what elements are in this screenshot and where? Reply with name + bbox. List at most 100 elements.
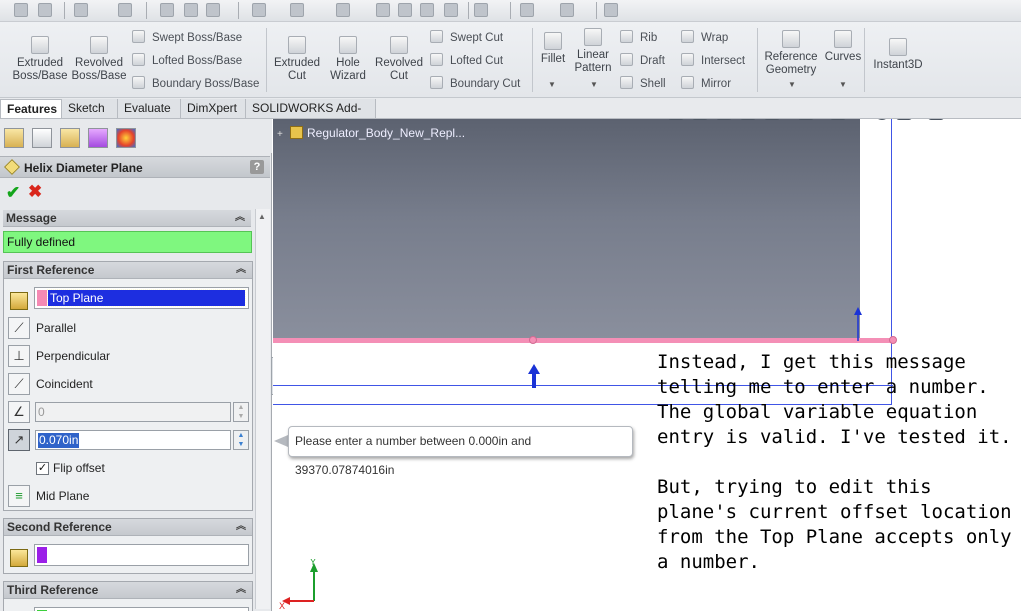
panel-scrollbar[interactable]: ▲ (255, 209, 270, 609)
section-view-icon[interactable] (740, 119, 756, 120)
wrap-button[interactable]: Wrap (681, 30, 728, 45)
perpendicular-option[interactable]: ⊥ Perpendicular (8, 345, 248, 367)
configuration-manager-icon[interactable] (60, 128, 80, 148)
angle-spinner[interactable]: ▲ ▼ (233, 402, 249, 422)
display-icon[interactable] (290, 3, 304, 17)
first-reference-header[interactable]: First Reference ︽ (4, 262, 252, 279)
feature3-icon[interactable] (420, 3, 434, 17)
zoom-area-icon[interactable] (692, 119, 708, 120)
instant3d-button[interactable]: Instant3D (868, 38, 928, 72)
rebuild-icon[interactable] (118, 3, 132, 17)
hole-wizard-button[interactable]: Hole Wizard (324, 36, 372, 83)
third-reference-header[interactable]: Third Reference ︽ (4, 582, 252, 599)
ref-geometry-icon[interactable] (520, 3, 534, 17)
first-reference-selection-box[interactable]: Top Plane (34, 287, 249, 309)
linear-pattern-button[interactable]: Linear Pattern (572, 28, 614, 75)
zoom-to-fit-icon[interactable] (668, 119, 684, 120)
spin-up-icon[interactable]: ▲ (234, 403, 248, 412)
third-reference-selection-box[interactable] (34, 607, 249, 611)
intersect-button[interactable]: Intersect (681, 53, 745, 68)
second-reference-header[interactable]: Second Reference ︽ (4, 519, 252, 536)
extruded-cut-button[interactable]: Extruded Cut (270, 36, 324, 83)
revolved-boss-button[interactable]: Revolved Boss/Base (70, 36, 128, 83)
reference-geometry-button[interactable]: Reference Geometry (761, 30, 821, 77)
spin-up-icon[interactable]: ▲ (234, 431, 248, 440)
ok-button[interactable]: ✔ (6, 183, 20, 203)
handle-point[interactable] (529, 336, 537, 344)
tab-features[interactable]: Features (0, 99, 62, 118)
collapse-chevron-icon[interactable]: ︽ (236, 519, 246, 535)
lofted-boss-button[interactable]: Lofted Boss/Base (132, 53, 242, 68)
open-icon[interactable] (38, 3, 52, 17)
display-manager-icon[interactable] (116, 128, 136, 148)
angle-input[interactable]: 0 (35, 402, 231, 422)
pattern-icon[interactable] (474, 3, 488, 17)
handle-point[interactable] (889, 336, 897, 344)
boundary-cut-button[interactable]: Boundary Cut (430, 76, 520, 91)
first-reference-selected-entity[interactable]: Top Plane (47, 289, 246, 307)
extruded-boss-button[interactable]: Extruded Boss/Base (10, 36, 70, 83)
second-reference-selection-box[interactable] (34, 544, 249, 566)
dimxpert-manager-icon[interactable] (88, 128, 108, 148)
expand-icon[interactable]: + (277, 129, 286, 140)
curves-dropdown-icon[interactable]: ▼ (839, 80, 847, 89)
scroll-up-icon[interactable]: ▲ (258, 212, 266, 221)
revolved-cut-button[interactable]: Revolved Cut (372, 36, 426, 83)
cancel-button[interactable]: ✖ (28, 182, 42, 202)
angle-option[interactable]: ∠ (8, 401, 34, 423)
previous-view-icon[interactable] (716, 119, 732, 120)
camera-icon[interactable] (160, 3, 174, 17)
mid-plane-option[interactable]: ≡ Mid Plane (8, 485, 248, 507)
feature4-icon[interactable] (444, 3, 458, 17)
view-icon[interactable] (252, 3, 266, 17)
swept-boss-button[interactable]: Swept Boss/Base (132, 30, 242, 45)
feature2-icon[interactable] (398, 3, 412, 17)
tree-root-label[interactable]: Regulator_Body_New_Repl... (307, 126, 465, 140)
collapse-chevron-icon[interactable]: ︽ (235, 210, 245, 226)
scene-icon[interactable] (896, 119, 912, 120)
view-settings-icon[interactable] (928, 119, 944, 120)
tab-solidworks-add-ins[interactable]: SOLIDWORKS Add-Ins (246, 99, 376, 133)
options-icon[interactable] (206, 3, 220, 17)
offset-spinner[interactable]: ▲ ▼ (233, 430, 249, 450)
lofted-cut-button[interactable]: Lofted Cut (430, 53, 503, 68)
offset-distance-option[interactable]: ↗ (8, 429, 34, 451)
draft-button[interactable]: Draft (620, 53, 665, 68)
offset-direction-arrow-icon[interactable] (528, 364, 540, 388)
display-style-icon[interactable] (798, 119, 814, 120)
feature-manager-icon[interactable] (4, 128, 24, 148)
pattern-dropdown-icon[interactable]: ▼ (590, 80, 598, 89)
offset-distance-value[interactable]: 0.070in (38, 433, 80, 448)
message-header[interactable]: Message ︽ (3, 210, 251, 227)
rib-button[interactable]: Rib (620, 30, 657, 45)
parallel-option[interactable]: ⟋ Parallel (8, 317, 248, 339)
new-doc-icon[interactable] (14, 3, 28, 17)
view-orientation-icon[interactable] (764, 119, 780, 120)
collapse-chevron-icon[interactable]: ︽ (236, 582, 246, 598)
coincident-option[interactable]: ⟋ Coincident (8, 373, 248, 395)
boundary-boss-button[interactable]: Boundary Boss/Base (132, 76, 259, 91)
tab-dimxpert[interactable]: DimXpert (181, 99, 246, 118)
spin-down-icon[interactable]: ▼ (234, 440, 248, 449)
feature-icon[interactable] (376, 3, 390, 17)
select-arrow-icon[interactable] (74, 3, 88, 17)
property-manager-icon[interactable] (32, 128, 52, 148)
hide-show-icon[interactable] (830, 119, 846, 120)
offset-distance-input[interactable]: 0.070in (35, 430, 231, 450)
collapse-chevron-icon[interactable]: ︽ (236, 262, 246, 278)
mirror-button[interactable]: Mirror (681, 76, 731, 91)
flip-offset-checkbox[interactable]: ✓ (36, 462, 49, 475)
tab-sketch[interactable]: Sketch (62, 99, 118, 118)
spin-down-icon[interactable]: ▼ (234, 412, 248, 421)
tab-evaluate[interactable]: Evaluate (118, 99, 181, 118)
swept-cut-button[interactable]: Swept Cut (430, 30, 503, 45)
fillet-dropdown-icon[interactable]: ▼ (548, 80, 556, 89)
feature-tree-flyout[interactable]: + Regulator_Body_New_Repl... (277, 126, 465, 140)
instant3d-icon[interactable] (604, 3, 618, 17)
shell-button[interactable]: Shell (620, 76, 666, 91)
curves-icon[interactable] (560, 3, 574, 17)
reference-geometry-dropdown-icon[interactable]: ▼ (788, 80, 796, 89)
sketch-icon[interactable] (336, 3, 350, 17)
help-icon[interactable]: ? (250, 160, 264, 174)
curves-button[interactable]: Curves (824, 30, 862, 64)
